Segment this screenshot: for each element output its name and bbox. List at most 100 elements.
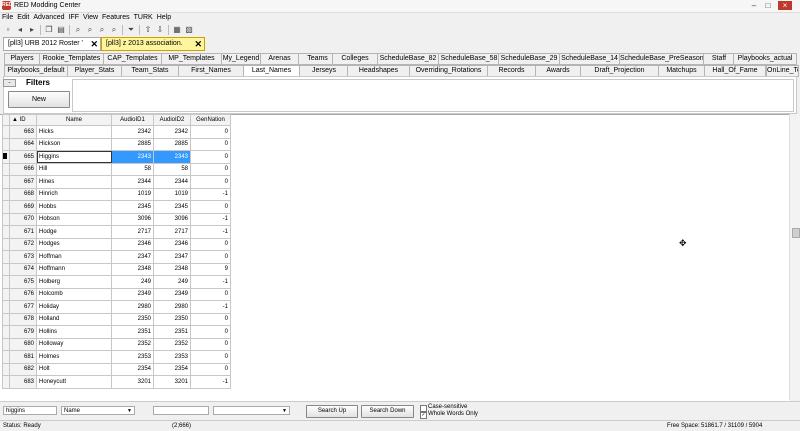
cell-audioid2[interactable]: 2351 [153,325,191,339]
cell-gennation[interactable]: -1 [190,225,231,239]
search-down-button[interactable]: Search Down [361,405,414,418]
cell-audioid1[interactable]: 2980 [111,300,154,314]
cell-gennation[interactable]: 0 [190,162,231,176]
magnify-icon[interactable]: ⌕ [73,24,83,35]
row-selector[interactable] [2,325,10,339]
filter-icon[interactable]: ⏷ [126,24,136,35]
search-up-button[interactable]: Search Up [306,405,358,418]
cell-gennation[interactable]: 0 [190,250,231,264]
cell-gennation[interactable]: -1 [190,212,231,226]
cell-audioid2[interactable]: 2343 [153,150,191,164]
cell-audioid2[interactable]: 2354 [153,362,191,376]
row-selector[interactable] [2,187,10,201]
row-selector[interactable] [2,262,10,276]
whole-words-checkbox[interactable]: ✓ [420,412,427,419]
cell-gennation[interactable]: 0 [190,312,231,326]
menu-item-edit[interactable]: Edit [15,12,31,23]
cell-audioid1[interactable]: 2350 [111,312,154,326]
row-selector[interactable] [2,162,10,176]
tab-cap-templates[interactable]: CAP_Templates [103,53,162,65]
cell-gennation[interactable]: 9 [190,262,231,276]
cell-name[interactable]: Holcomb [36,287,112,301]
cell-gennation[interactable]: 0 [190,237,231,251]
cell-audioid2[interactable]: 1019 [153,187,191,201]
cell-id[interactable]: 682 [9,362,37,376]
table-row[interactable]: 665 Higgins 2343 2343 0 [2,150,231,164]
cell-audioid2[interactable]: 2349 [153,287,191,301]
close-tab-icon[interactable]: ✕ [194,38,202,50]
cell-name[interactable]: Hollins [36,325,112,339]
menu-item-file[interactable]: File [0,12,15,23]
table-row[interactable]: 681 Holmes 2353 2353 0 [2,350,231,364]
tab-schedulebase-58[interactable]: ScheduleBase_58 [438,53,500,65]
menu-item-features[interactable]: Features [100,12,132,23]
cell-audioid2[interactable]: 2348 [153,262,191,276]
find-next-icon[interactable]: ⌕ [97,24,107,35]
cell-name[interactable]: Higgins [36,150,112,164]
table-row[interactable]: 664 Hickson 2885 2885 0 [2,137,231,151]
cell-audioid2[interactable]: 249 [153,275,191,289]
cell-audioid2[interactable]: 2344 [153,175,191,189]
cell-audioid1[interactable]: 3096 [111,212,154,226]
find-all-icon[interactable]: ⌕ [109,24,119,35]
cell-audioid1[interactable]: 2354 [111,362,154,376]
vertical-scrollbar[interactable] [789,114,800,400]
arrow-up-icon[interactable]: ⇧ [143,24,153,35]
cell-name[interactable]: Hines [36,175,112,189]
row-selector[interactable] [2,275,10,289]
column-header-audioid2[interactable]: AudioID2 [153,114,191,126]
table-row[interactable]: 670 Hobson 3096 3096 -1 [2,212,231,226]
window-icon[interactable]: ▦ [172,24,182,35]
cell-name[interactable]: Honeycutt [36,375,112,389]
cell-name[interactable]: Holt [36,362,112,376]
row-selector[interactable] [2,200,10,214]
cell-audioid1[interactable]: 2349 [111,287,154,301]
table-row[interactable]: 663 Hicks 2342 2342 0 [2,125,231,139]
cell-id[interactable]: 668 [9,187,37,201]
table-row[interactable]: 667 Hines 2344 2344 0 [2,175,231,189]
table-row[interactable]: 675 Holberg 249 249 -1 [2,275,231,289]
cell-id[interactable]: 675 [9,275,37,289]
cell-gennation[interactable]: -1 [190,300,231,314]
cell-audioid2[interactable]: 2717 [153,225,191,239]
row-selector[interactable] [2,375,10,389]
row-selector[interactable] [2,237,10,251]
copy-icon[interactable]: ❐ [44,24,54,35]
tab-colleges[interactable]: Colleges [332,53,378,65]
column-header-name[interactable]: Name [36,114,112,126]
cell-id[interactable]: 672 [9,237,37,251]
back-icon[interactable]: ◂ [15,24,25,35]
cell-id[interactable]: 670 [9,212,37,226]
cell-name[interactable]: Holloway [36,337,112,351]
cell-gennation[interactable]: 0 [190,137,231,151]
cell-audioid2[interactable]: 2345 [153,200,191,214]
cell-audioid1[interactable]: 2885 [111,137,154,151]
cell-id[interactable]: 680 [9,337,37,351]
cell-audioid1[interactable]: 2347 [111,250,154,264]
cell-id[interactable]: 683 [9,375,37,389]
column-header-audioid1[interactable]: AudioID1 [111,114,154,126]
search-value-input[interactable] [153,406,209,415]
maximize-icon[interactable]: □ [762,1,774,10]
table-row[interactable]: 672 Hodges 2346 2346 0 [2,237,231,251]
row-selector[interactable] [2,225,10,239]
menu-item-advanced[interactable]: Advanced [31,12,66,23]
cell-audioid2[interactable]: 2346 [153,237,191,251]
search-field-select[interactable]: Name ▼ [61,406,135,415]
cell-gennation[interactable]: -1 [190,375,231,389]
menu-item-help[interactable]: Help [155,12,173,23]
cell-gennation[interactable]: -1 [190,187,231,201]
tile-icon[interactable]: ▧ [184,24,194,35]
row-selector[interactable] [2,337,10,351]
cell-gennation[interactable]: 0 [190,350,231,364]
filters-toggle-button[interactable]: - [3,79,16,87]
table-row[interactable]: 676 Holcomb 2349 2349 0 [2,287,231,301]
cell-gennation[interactable]: -1 [190,275,231,289]
cell-name[interactable]: Hickson [36,137,112,151]
row-selector[interactable] [2,250,10,264]
cell-id[interactable]: 671 [9,225,37,239]
cell-id[interactable]: 676 [9,287,37,301]
tab-schedulebase-14[interactable]: ScheduleBase_14 [559,53,620,65]
table-row[interactable]: 674 Hoffmann 2348 2348 9 [2,262,231,276]
row-selector[interactable] [2,150,10,164]
